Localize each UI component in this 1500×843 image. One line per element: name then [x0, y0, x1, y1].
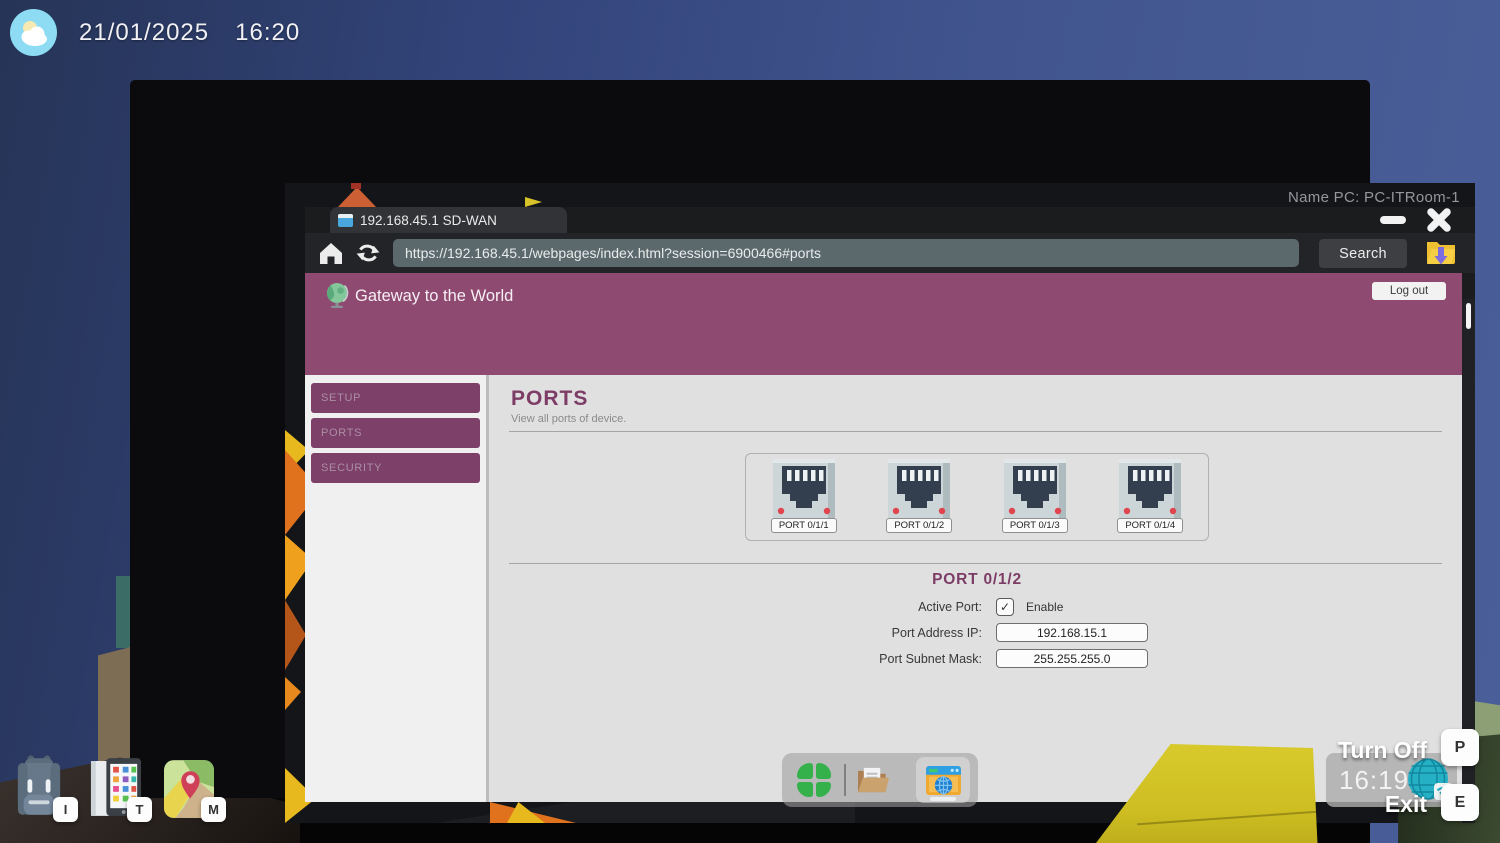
refresh-icon[interactable] [355, 240, 381, 266]
wallpaper-triangle [285, 600, 306, 670]
key-letter: E [1455, 794, 1466, 812]
checkmark-icon: ✓ [1000, 600, 1010, 614]
sidebar-item-label: SECURITY [321, 462, 382, 474]
dock-divider [844, 764, 846, 796]
site-favicon-icon [338, 214, 353, 227]
port-item-4[interactable]: PORT 0/1/4 [1100, 458, 1200, 533]
site-title: Gateway to the World [355, 287, 513, 306]
minimize-button[interactable] [1380, 216, 1406, 224]
pc-name-label: Name PC: PC-ITRoom-1 [1288, 189, 1460, 206]
form-row-ip: Port Address IP: [492, 623, 1462, 642]
browser-toolbar: Search [305, 233, 1475, 273]
tablet-key-badge[interactable]: T [127, 797, 152, 822]
home-icon[interactable] [317, 239, 345, 267]
port-form: Active Port: ✓ Enable Port Address IP: P… [492, 597, 1462, 668]
port-item-2[interactable]: PORT 0/1/2 [869, 458, 969, 533]
port-detail-title: PORT 0/1/2 [492, 571, 1462, 589]
mask-label: Port Subnet Mask: [492, 652, 982, 666]
turn-off-label: Turn Off [1267, 737, 1427, 764]
start-menu-icon[interactable] [797, 763, 831, 797]
ethernet-port-icon [887, 458, 951, 520]
active-port-label: Active Port: [492, 600, 982, 614]
hud-time: 16:20 [235, 19, 300, 47]
file-manager-icon[interactable] [855, 765, 892, 796]
sidebar-item-setup[interactable]: SETUP [311, 383, 480, 413]
key-letter: I [64, 802, 68, 817]
globe-icon [323, 281, 351, 309]
key-letter: M [208, 802, 219, 817]
port-label: PORT 0/1/1 [771, 518, 837, 533]
logout-button[interactable]: Log out [1372, 282, 1446, 300]
tab-bar: 192.168.45.1 SD-WAN [305, 207, 1475, 233]
scrollbar-thumb[interactable] [1466, 303, 1471, 329]
port-label: PORT 0/1/2 [886, 518, 952, 533]
active-app-indicator [930, 797, 956, 801]
browser-tab[interactable]: 192.168.45.1 SD-WAN [330, 207, 567, 233]
ports-panel: PORT 0/1/1 PORT 0/1/2 PORT 0/1/3 PO [745, 453, 1209, 541]
close-icon[interactable] [1423, 205, 1455, 235]
ip-input[interactable] [996, 623, 1148, 642]
monitor-screen: Name PC: PC-ITRoom-1 192.168.45.1 SD-WAN [285, 183, 1475, 823]
hud-datetime: 21/01/2025 16:20 [79, 19, 300, 47]
form-row-mask: Port Subnet Mask: [492, 649, 1462, 668]
port-label: PORT 0/1/4 [1117, 518, 1183, 533]
map-key-badge[interactable]: M [201, 797, 226, 822]
mask-input[interactable] [996, 649, 1148, 668]
ethernet-port-icon [1118, 458, 1182, 520]
sidebar-item-ports[interactable]: PORTS [311, 418, 480, 448]
inventory-key-badge[interactable]: I [53, 797, 78, 822]
browser-app-active-slot[interactable] [916, 757, 970, 803]
wallpaper-flag-shape [351, 183, 361, 189]
page-title: PORTS [492, 375, 1462, 411]
turn-off-key-badge[interactable]: P [1441, 729, 1479, 766]
browser-app-icon [925, 765, 962, 796]
search-button[interactable]: Search [1319, 239, 1407, 268]
hud-clock: 21/01/2025 16:20 [10, 9, 300, 56]
page-subtitle: View all ports of device. [492, 411, 1462, 425]
ip-label: Port Address IP: [492, 626, 982, 640]
enable-label: Enable [1026, 600, 1063, 614]
sidebar-item-label: SETUP [321, 392, 361, 404]
site-header: Gateway to the World Log out [305, 273, 1462, 375]
sidebar-item-security[interactable]: SECURITY [311, 453, 480, 483]
port-label: PORT 0/1/3 [1002, 518, 1068, 533]
form-row-active: Active Port: ✓ Enable [492, 597, 1462, 616]
hud-date: 21/01/2025 [79, 19, 209, 47]
port-item-1[interactable]: PORT 0/1/1 [754, 458, 854, 533]
weather-icon [10, 9, 57, 56]
exit-label: Exit [1267, 791, 1427, 818]
wallpaper-triangle [285, 677, 301, 710]
sidebar-nav: SETUP PORTS SECURITY [305, 375, 489, 802]
ethernet-port-icon [772, 458, 836, 520]
wallpaper-arrow-shape [525, 197, 542, 207]
port-item-3[interactable]: PORT 0/1/3 [985, 458, 1085, 533]
tab-title: 192.168.45.1 SD-WAN [360, 213, 497, 228]
os-dock [782, 753, 978, 807]
divider [509, 563, 1442, 564]
wallpaper-tent-shape [337, 187, 377, 208]
sidebar-item-label: PORTS [321, 427, 362, 439]
key-letter: P [1455, 739, 1466, 757]
downloads-folder-icon[interactable] [1425, 236, 1457, 268]
active-port-checkbox[interactable]: ✓ [996, 598, 1014, 616]
ethernet-port-icon [1003, 458, 1067, 520]
monitor-bezel: Name PC: PC-ITRoom-1 192.168.45.1 SD-WAN [130, 80, 1370, 798]
divider [509, 431, 1442, 432]
exit-key-badge[interactable]: E [1441, 784, 1479, 821]
browser-window: 192.168.45.1 SD-WAN Search [305, 207, 1475, 802]
key-letter: T [136, 802, 144, 817]
webpage-content: Gateway to the World Log out SETUP PORTS… [305, 273, 1462, 802]
url-input[interactable] [393, 239, 1299, 267]
